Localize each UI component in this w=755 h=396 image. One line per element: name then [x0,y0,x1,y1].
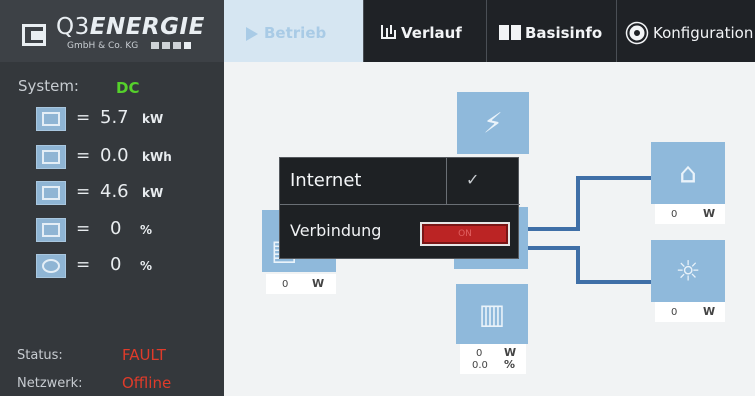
battery-soc-unit: % [504,358,516,371]
connection-label: Verbindung [290,221,382,240]
light-unit: W [703,305,716,318]
connection-line [576,176,652,180]
metric-unit: kW [142,186,164,200]
internet-popup: Internet ✓ Verbindung ON [279,157,520,259]
house-node[interactable]: ⌂ [651,142,725,204]
toggle-label: ON [458,229,472,239]
battery-icon: ▥ [478,297,506,331]
house-value-box: 0 W [655,204,725,224]
pv-value-box: 0 W [266,274,336,294]
connection-line [576,246,580,284]
battery-power-value: 0 [476,348,483,359]
popup-divider [446,158,447,204]
connection-line [528,246,578,250]
brand-subline: GmbH & Co. KG [67,41,139,51]
house-unit: W [703,207,716,220]
metric-inverter-power: = 4.6 kW [36,181,216,205]
inverter-icon [36,181,66,205]
metric-solar-percent: = 0 % [36,218,216,242]
metric-value: 4.6 [100,181,129,202]
status-value: FAULT [122,346,166,364]
check-icon[interactable]: ✓ [466,170,479,189]
battery-node[interactable]: ▥ [456,284,528,344]
connection-toggle[interactable]: ON [420,222,510,246]
metric-cycle-percent: = 0 % [36,254,216,278]
play-icon [246,27,258,41]
metric-value: 0 [110,218,122,239]
network-label: Netzwerk: [17,376,83,391]
tab-divider [363,0,364,62]
metric-value: 0 [110,254,122,275]
logo-icon [22,24,46,46]
solar-panel-icon [36,107,66,131]
connection-line [576,176,580,231]
battery-soc-value: 0.0 [472,360,488,371]
top-nav: Betrieb Verlauf Basisinfo Konfiguration [224,0,755,62]
battery-value-box: 0 W 0.0 % [460,344,526,374]
light-value: 0 [671,307,678,318]
tab-basisinfo[interactable]: Basisinfo [487,0,613,62]
sidebar: Q3ENERGIE GmbH & Co. KG System: DC = 5.7… [0,0,224,396]
house-icon: ⌂ [679,156,697,190]
solar-percent-icon [36,218,66,242]
tab-divider [616,0,617,62]
metric-value: 0.0 [100,145,129,166]
book-icon [499,25,521,40]
logo: Q3ENERGIE GmbH & Co. KG [0,0,224,62]
logo-bars [151,42,191,49]
pv-value: 0 [282,279,289,290]
battery-icon [36,145,66,169]
metric-unit: kW [142,112,164,126]
popup-title: Internet [290,170,362,191]
connection-line [528,227,578,231]
tab-betrieb[interactable]: Betrieb [224,0,363,62]
lightbulb-icon: ☼ [675,254,701,288]
system-label: System: [18,77,79,95]
light-node[interactable]: ☼ [651,240,725,302]
network-value: Offline [122,374,172,392]
metric-pv-power: = 5.7 kW [36,107,216,131]
grid-node[interactable]: ⚡ [457,92,529,154]
pv-unit: W [312,277,325,290]
light-value-box: 0 W [655,302,725,322]
gear-icon [629,25,645,41]
brand-name: Q3ENERGIE [56,14,205,40]
connection-line [576,280,652,284]
tab-verlauf[interactable]: Verlauf [369,0,481,62]
metric-unit: kWh [142,150,172,164]
popup-divider [280,204,520,205]
cycle-icon [36,254,66,278]
system-value: DC [116,79,140,97]
metric-unit: % [140,223,153,237]
metric-value: 5.7 [100,107,129,128]
bar-chart-icon [381,25,395,39]
house-value: 0 [671,209,678,220]
power-pylon-icon: ⚡ [483,106,503,140]
tab-konfiguration[interactable]: Konfiguration [619,0,755,62]
metric-battery-energy: = 0.0 kWh [36,145,216,169]
metric-unit: % [140,259,153,273]
status-label: Status: [17,348,63,363]
